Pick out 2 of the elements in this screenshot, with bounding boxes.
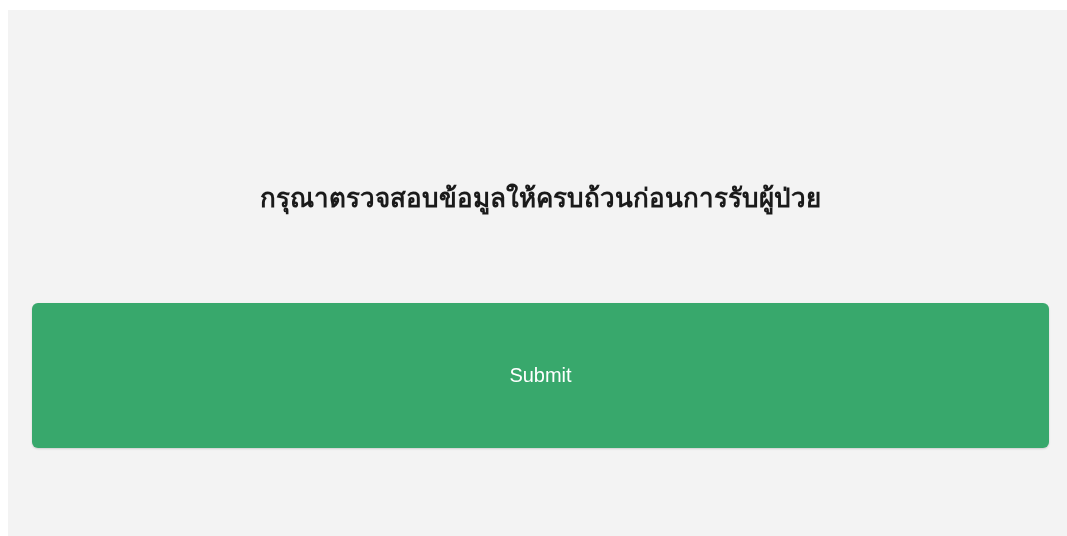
submit-button[interactable]: Submit (32, 303, 1049, 448)
instruction-text: กรุณาตรวจสอบข้อมูลให้ครบถ้วนก่อนการรับผู้ป่วย (259, 182, 822, 217)
